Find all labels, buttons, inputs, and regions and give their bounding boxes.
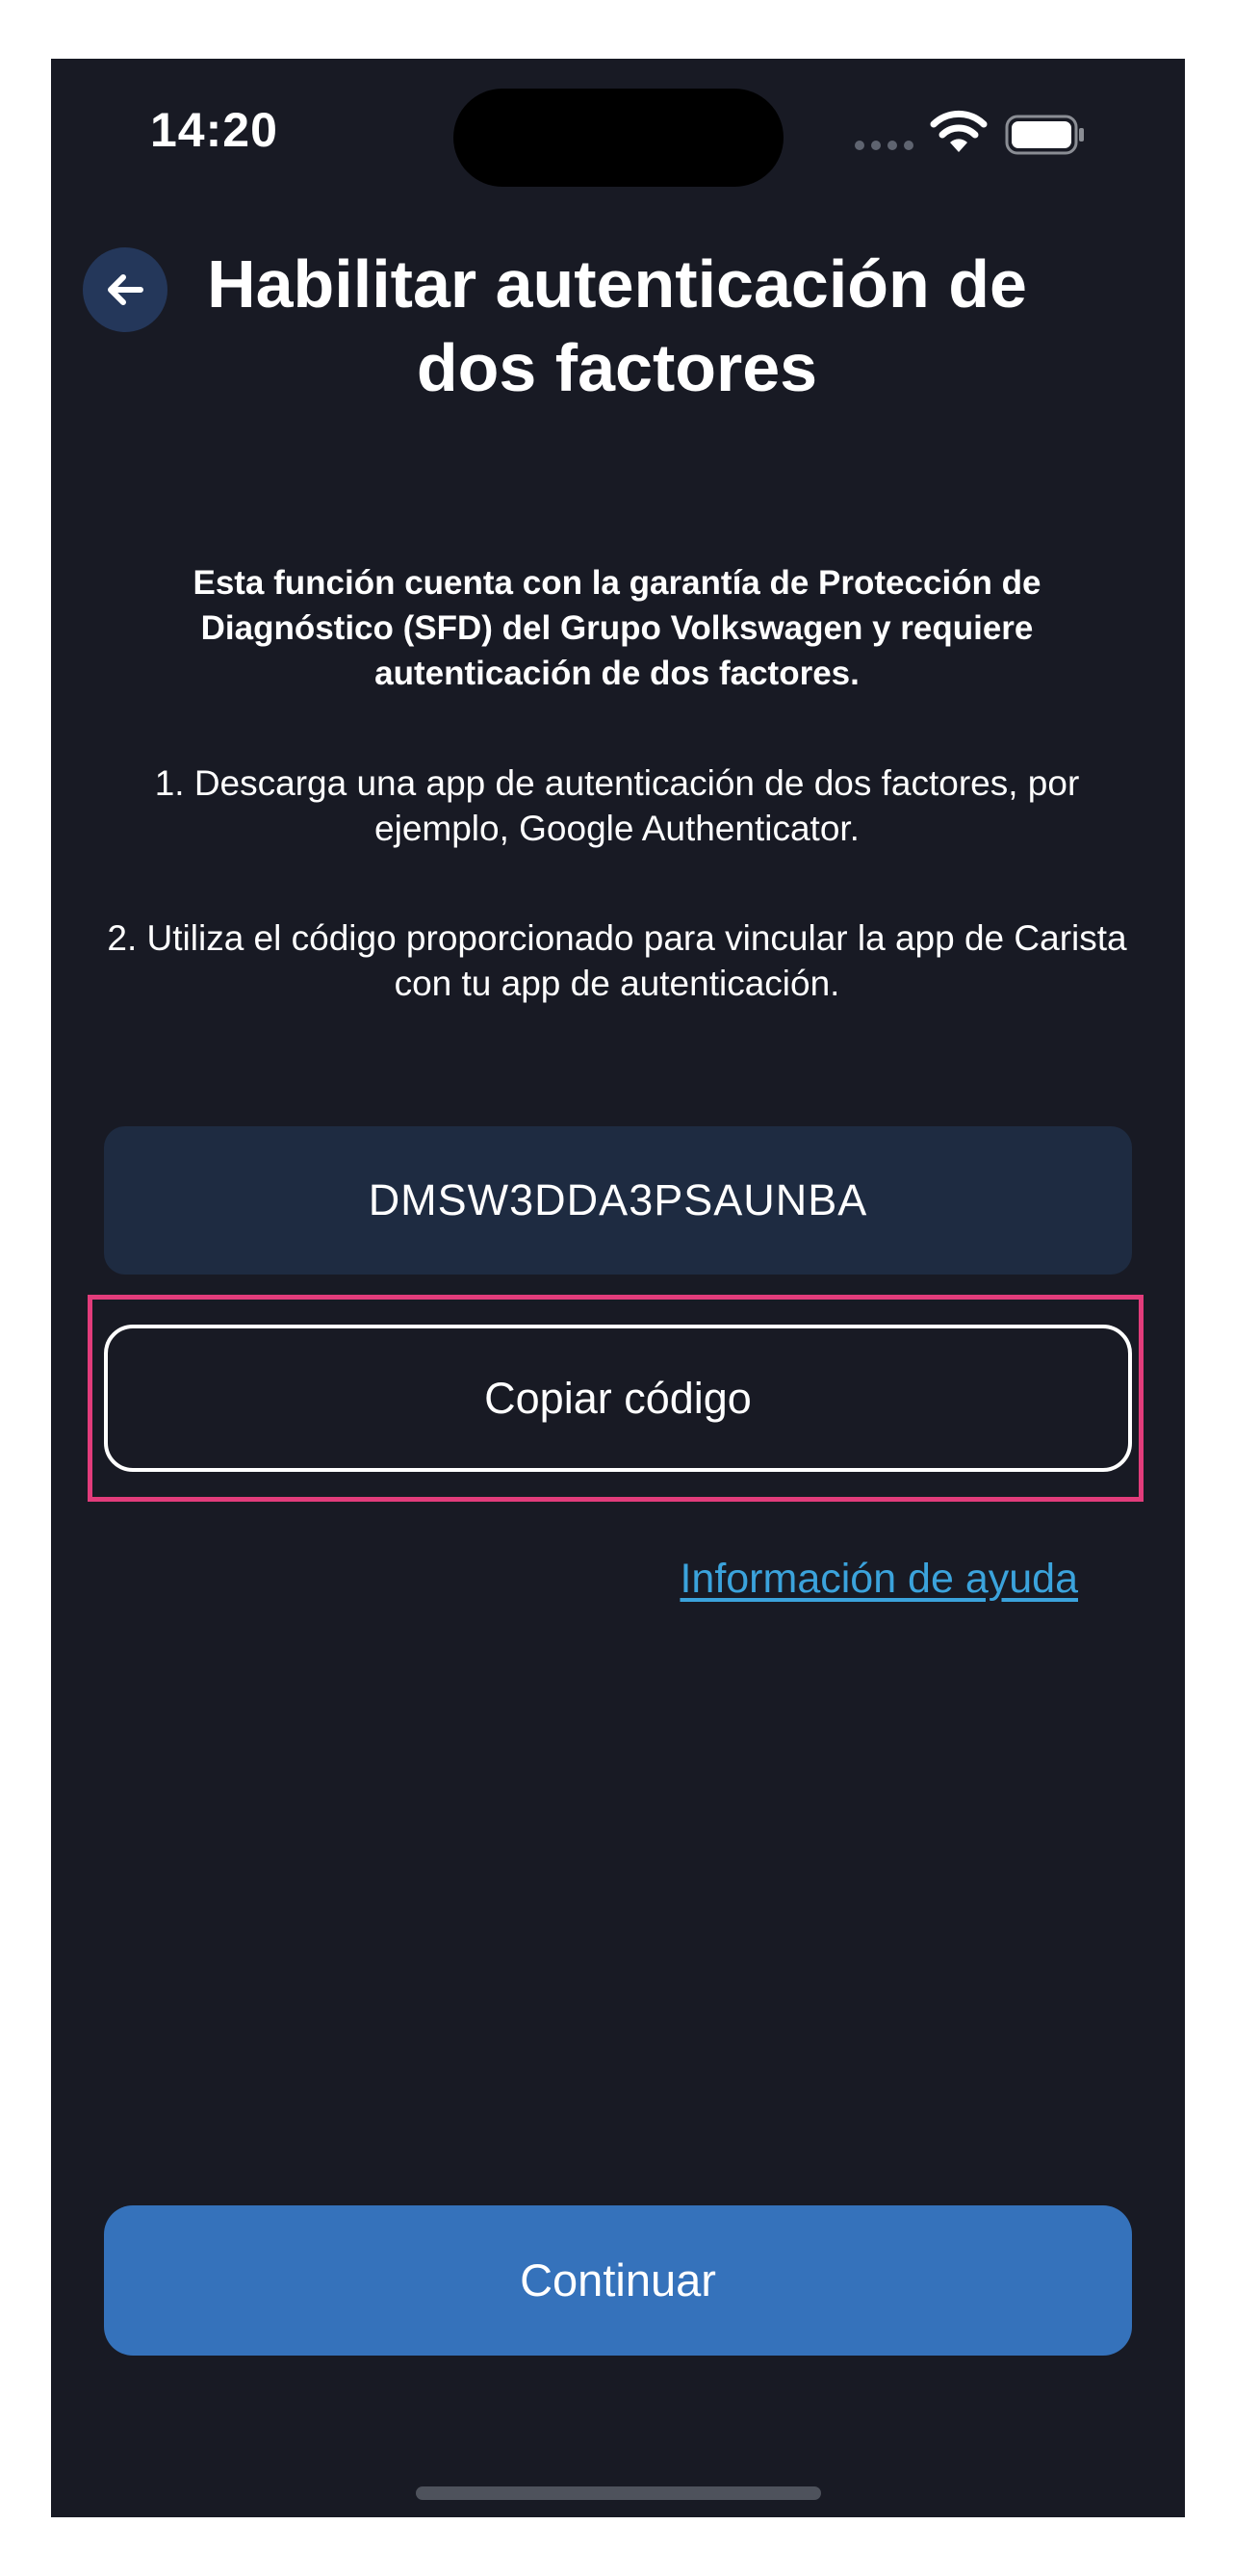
page-title: Habilitar autenticación de dos factores (207, 246, 1027, 405)
status-time: 14:20 (150, 103, 278, 157)
authentication-code: DMSW3DDA3PSAUNBA (104, 1126, 1132, 1275)
cellular-signal-icon (855, 141, 914, 152)
dynamic-island (453, 89, 784, 187)
instruction-step-2: 2. Utiliza el código proporcionado para … (107, 918, 1127, 1003)
back-button[interactable] (83, 247, 167, 332)
phone-screen (51, 59, 1185, 2517)
sfd-warning-text: Esta función cuenta con la garantía de P… (193, 564, 1041, 692)
instruction-step-1: 1. Descarga una app de autenticación de … (154, 763, 1080, 848)
continue-button[interactable]: Continuar (104, 2205, 1132, 2356)
home-indicator[interactable] (416, 2486, 821, 2500)
battery-icon (1005, 115, 1084, 155)
arrow-left-icon (108, 274, 143, 305)
wifi-icon (930, 110, 988, 152)
copy-code-button[interactable]: Copiar código (104, 1325, 1132, 1472)
help-info-link[interactable]: Información de ayuda (597, 1556, 1078, 1603)
